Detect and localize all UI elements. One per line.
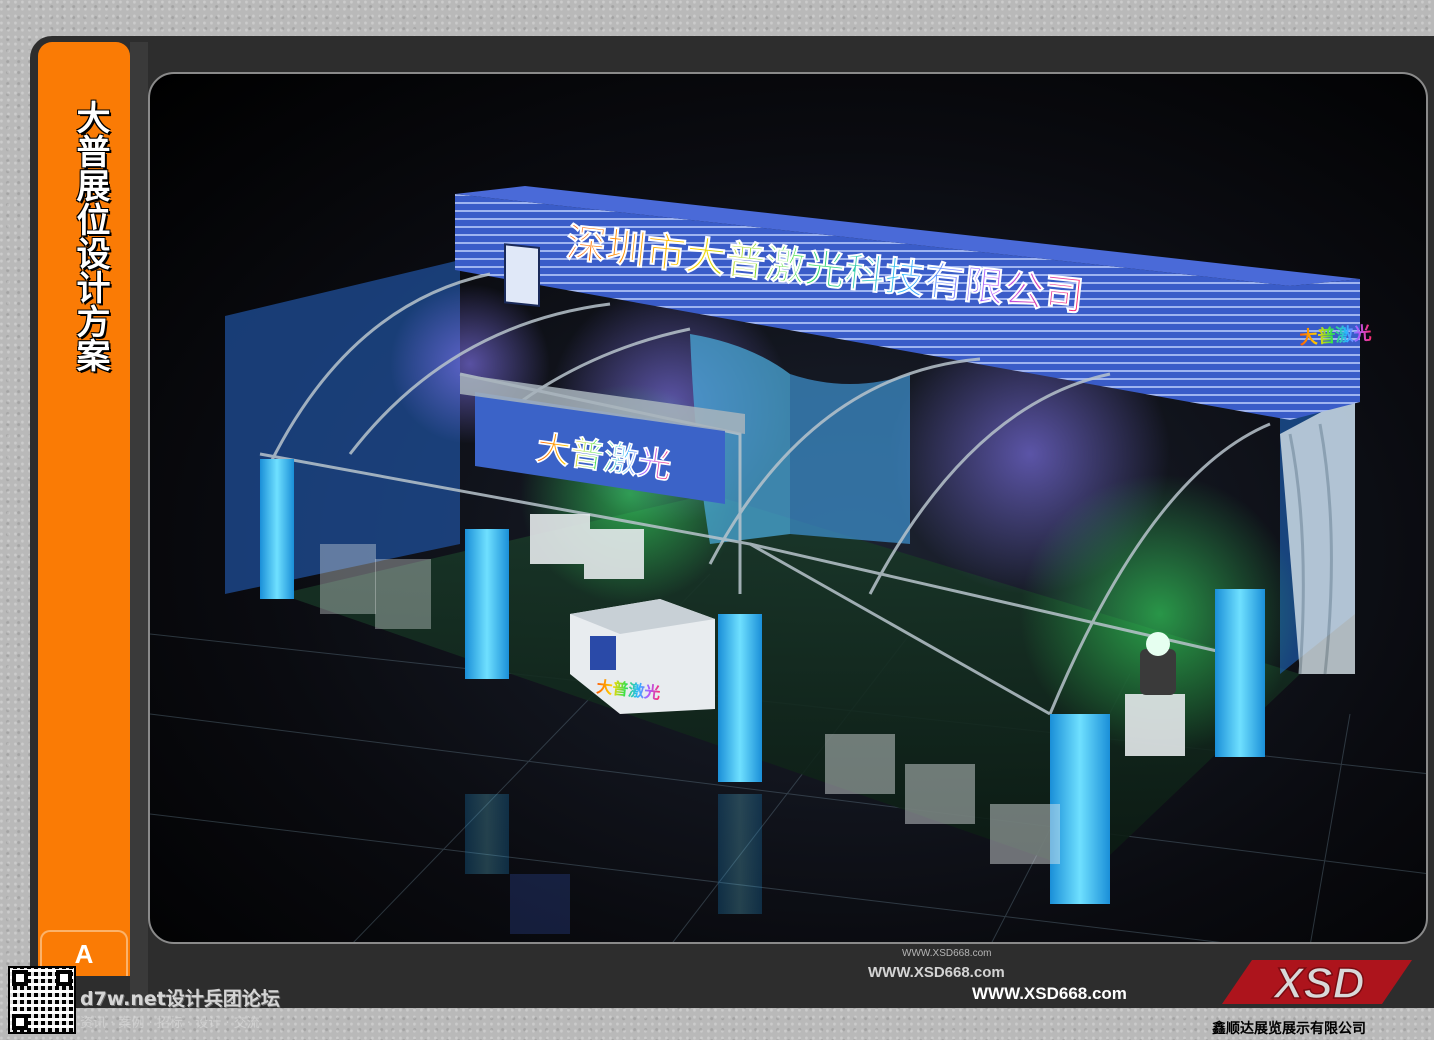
floor-reflection [465,794,762,934]
divider-strip [130,42,148,1008]
watermark-small: WWW.XSD668.com [902,948,992,959]
sidebar-title: 大普展位设计方案 [70,100,110,372]
watermark-mid: WWW.XSD668.com [868,964,1005,981]
xsd-logo: XSD [1222,958,1412,1009]
xsd-logo-text: XSD [1271,959,1364,1008]
booth-illustration: 深圳市大普激光科技有限公司 大普激光 大普激光 大普激光 [150,186,1426,942]
booth-render: 深圳市大普激光科技有限公司 大普激光 大普激光 大普激光 [148,72,1428,944]
watermark-url[interactable]: WWW.XSD668.com [972,984,1127,1004]
forum-subtext: 资讯 · 案例 · 招标 · 设计 · 交流 [80,1016,260,1031]
qr-code [8,966,76,1034]
company-name: 鑫顺达展览展示有限公司 [1212,1021,1366,1037]
forum-watermark: d7w.net设计兵团论坛 [80,988,280,1010]
